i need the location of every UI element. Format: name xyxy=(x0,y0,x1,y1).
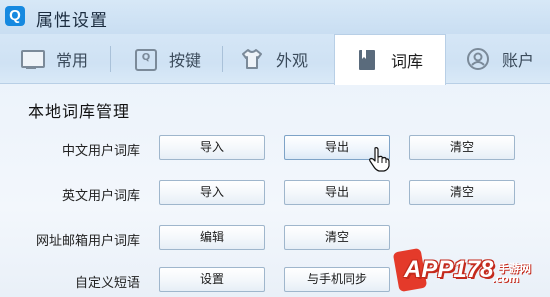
keyboard-icon xyxy=(133,47,157,71)
tab-appearance[interactable]: 外观 xyxy=(240,34,308,84)
row-label-custom-phrases: 自定义短语 xyxy=(74,276,140,291)
watermark: APP178 手游网 .com xyxy=(368,246,548,294)
watermark-brand: APP178 xyxy=(404,256,494,283)
tab-divider xyxy=(110,46,111,72)
custom-phrase-settings-button[interactable]: 设置 xyxy=(159,267,265,292)
window-title: 属性设置 xyxy=(36,11,108,31)
english-export-button[interactable]: 导出 xyxy=(284,180,390,205)
tab-common[interactable]: 常用 xyxy=(20,34,88,84)
tab-label: 外观 xyxy=(276,51,309,70)
english-import-button[interactable]: 导入 xyxy=(159,180,265,205)
row-label-url-email-dict: 网址邮箱用户词库 xyxy=(35,234,140,249)
tab-bar: 常用 按键 外观 词库 账户 xyxy=(0,34,550,85)
chinese-clear-button[interactable]: 清空 xyxy=(409,135,515,160)
row-label-english-dict: 英文用户词库 xyxy=(61,189,140,204)
url-email-edit-button[interactable]: 编辑 xyxy=(159,225,265,250)
section-title: 本地词库管理 xyxy=(28,102,131,121)
chinese-import-button[interactable]: 导入 xyxy=(159,135,265,160)
title-bar: Q 属性设置 xyxy=(0,0,550,34)
english-clear-button[interactable]: 清空 xyxy=(409,180,515,205)
tab-divider xyxy=(222,46,223,72)
hand-cursor-icon xyxy=(369,147,390,172)
tab-dictionary[interactable]: 词库 xyxy=(334,34,446,85)
watermark-url: .com xyxy=(492,274,520,285)
book-icon xyxy=(355,48,379,72)
tab-label: 按键 xyxy=(169,51,202,70)
app-logo-icon: Q xyxy=(5,6,25,26)
row-label-chinese-dict: 中文用户词库 xyxy=(61,144,140,159)
user-icon xyxy=(466,47,490,71)
tab-label: 词库 xyxy=(391,52,424,71)
tab-label: 账户 xyxy=(502,51,535,70)
tab-account[interactable]: 账户 xyxy=(466,34,534,84)
tab-label: 常用 xyxy=(56,51,89,70)
monitor-icon xyxy=(20,47,45,71)
shirt-icon xyxy=(240,47,264,71)
tab-keys[interactable]: 按键 xyxy=(133,34,201,84)
